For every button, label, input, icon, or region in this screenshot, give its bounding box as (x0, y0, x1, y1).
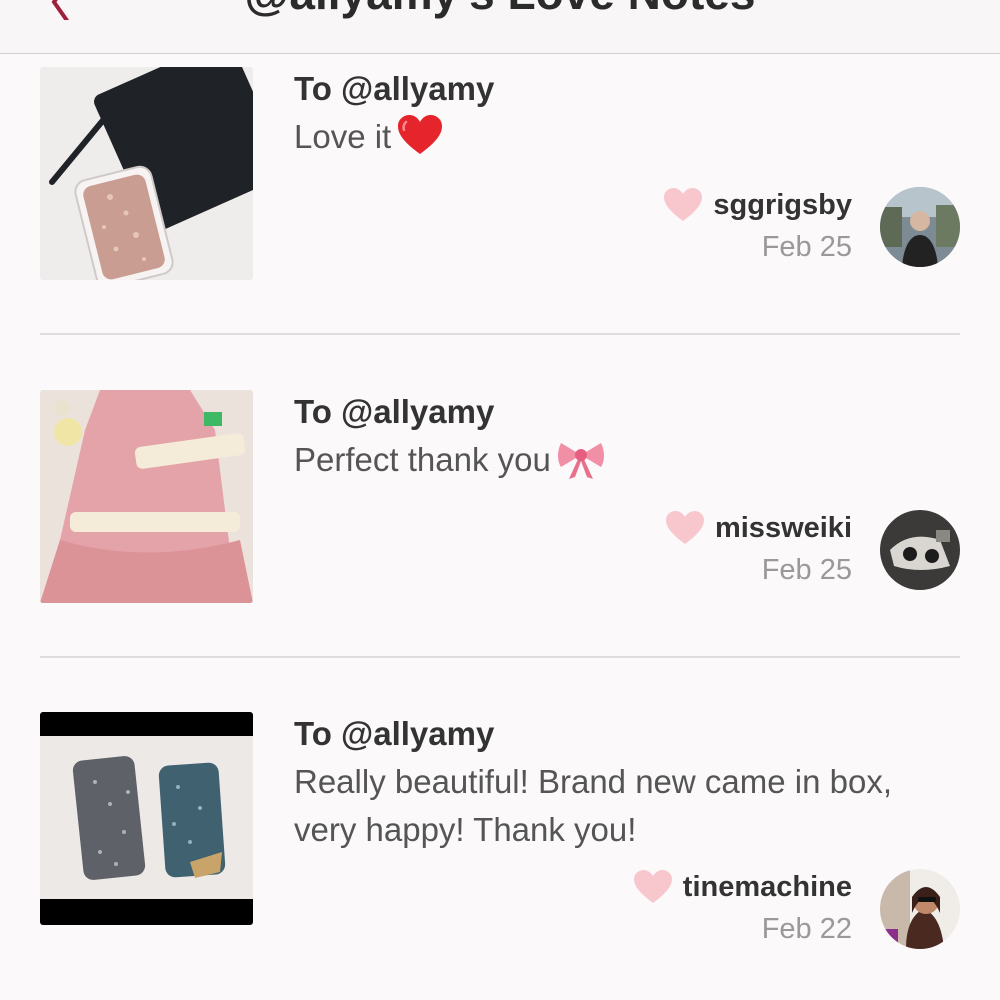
divider (40, 333, 960, 335)
note-message-text: Perfect thank you (294, 441, 551, 478)
note-date: Feb 22 (761, 913, 852, 945)
listing-photo[interactable] (40, 67, 253, 280)
note-message: Really beautiful! Brand new came in box,… (294, 763, 892, 848)
listing-photo[interactable] (40, 390, 253, 603)
love-note-item: To @allyamy Really beautiful! Brand new … (40, 712, 960, 952)
note-message: Perfect thank you (294, 436, 960, 492)
sender-username[interactable]: sggrigsby (713, 189, 852, 222)
love-note-item: To @allyamy Love it sggrigsby Feb 25 (40, 67, 960, 280)
sender-avatar[interactable] (880, 869, 960, 949)
sender-avatar[interactable] (880, 510, 960, 590)
note-meta: sggrigsby Feb 25 (663, 187, 852, 264)
pink-ribbon-emoji-icon (557, 437, 605, 492)
note-date: Feb 25 (761, 554, 852, 586)
sender-username[interactable]: missweiki (715, 512, 852, 545)
note-meta: missweiki Feb 25 (665, 510, 852, 587)
note-recipient: To @allyamy (294, 715, 495, 752)
like-heart-icon[interactable] (665, 510, 705, 546)
note-date: Feb 25 (761, 231, 852, 263)
note-meta: tinemachine Feb 22 (633, 869, 852, 946)
sender-avatar[interactable] (880, 187, 960, 267)
red-heart-emoji-icon (397, 114, 443, 169)
note-message: Love it (294, 113, 960, 169)
divider (40, 656, 960, 658)
love-note-item: To @allyamy Perfect thank you missweiki … (40, 390, 960, 603)
note-message-text: Love it (294, 118, 392, 155)
listing-photo[interactable] (40, 712, 253, 925)
note-recipient: To @allyamy (294, 70, 495, 107)
top-navigation-bar: @allyamy's Love Notes (0, 0, 1000, 54)
page-title: @allyamy's Love Notes (0, 0, 1000, 20)
sender-username[interactable]: tinemachine (683, 871, 852, 904)
note-recipient: To @allyamy (294, 393, 495, 430)
like-heart-icon[interactable] (633, 869, 673, 905)
like-heart-icon[interactable] (663, 187, 703, 223)
